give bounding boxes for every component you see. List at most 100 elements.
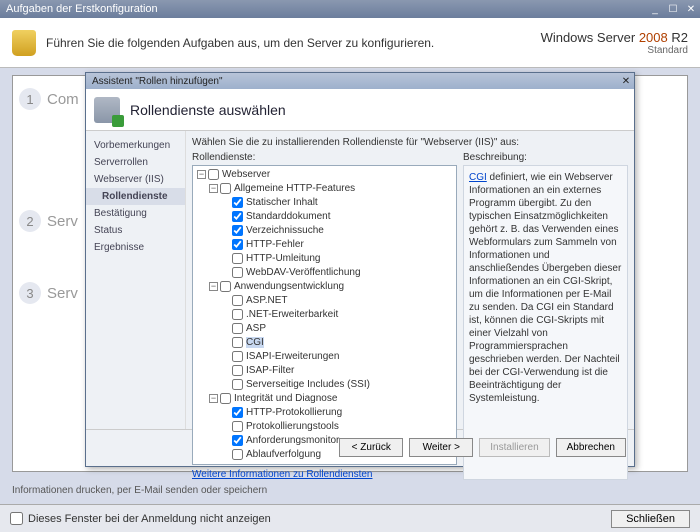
tree-node[interactable]: ISAP-Filter [195, 364, 454, 378]
tree-node[interactable]: Standarddokument [195, 210, 454, 224]
back-button[interactable]: < Zurück [339, 438, 403, 457]
role-service-checkbox[interactable] [232, 337, 243, 348]
role-service-checkbox[interactable] [232, 351, 243, 362]
maximize-icon[interactable]: ☐ [664, 0, 682, 18]
role-service-checkbox[interactable] [232, 421, 243, 432]
role-service-checkbox[interactable] [232, 309, 243, 320]
brand-edition: Standard [541, 45, 688, 56]
nav-progress[interactable]: Status [86, 222, 185, 239]
role-service-checkbox[interactable] [232, 197, 243, 208]
role-service-checkbox[interactable] [220, 393, 231, 404]
tree-node-label: ISAP-Filter [246, 365, 294, 376]
expand-collapse-icon[interactable]: − [209, 184, 218, 193]
next-button[interactable]: Weiter > [409, 438, 473, 457]
wizard-header-title: Rollendienste auswählen [130, 102, 286, 118]
nav-webserver-iis[interactable]: Webserver (IIS) [86, 171, 185, 188]
outer-banner: Führen Sie die folgenden Aufgaben aus, u… [0, 18, 700, 68]
role-service-checkbox[interactable] [208, 169, 219, 180]
tree-node[interactable]: − Anwendungsentwicklung [195, 280, 454, 294]
tree-node[interactable]: WebDAV-Veröffentlichung [195, 266, 454, 280]
tree-node-label: WebDAV-Veröffentlichung [246, 267, 361, 278]
role-service-checkbox[interactable] [220, 281, 231, 292]
tree-node[interactable]: ASP.NET [195, 294, 454, 308]
task1-label: Com [47, 91, 79, 108]
expand-collapse-icon[interactable]: − [209, 282, 218, 291]
nav-server-roles[interactable]: Serverrollen [86, 154, 185, 171]
tree-node-label: ASP.NET [246, 295, 288, 306]
tree-node-label: Verzeichnissuche [246, 225, 324, 236]
role-services-tree[interactable]: −Webserver−Allgemeine HTTP-FeaturesStati… [192, 165, 457, 465]
dont-show-label: Dieses Fenster bei der Anmeldung nicht a… [28, 513, 271, 525]
desc-body: definiert, wie ein Webserver Information… [469, 172, 621, 404]
role-service-checkbox[interactable] [232, 435, 243, 446]
tree-node-label: HTTP-Protokollierung [246, 407, 342, 418]
tree-node-label: CGI [246, 337, 264, 348]
wizard-close-icon[interactable]: ✕ [618, 76, 634, 87]
role-service-checkbox[interactable] [232, 323, 243, 334]
tree-node[interactable]: .NET-Erweiterbarkeit [195, 308, 454, 322]
role-service-checkbox[interactable] [232, 449, 243, 460]
tree-node[interactable]: − Integrität und Diagnose [195, 392, 454, 406]
role-service-checkbox[interactable] [232, 253, 243, 264]
tree-node[interactable]: HTTP-Fehler [195, 238, 454, 252]
expand-collapse-icon[interactable]: − [197, 170, 206, 179]
tree-node-label: .NET-Erweiterbarkeit [246, 309, 338, 320]
brand-year: 2008 [639, 30, 668, 45]
dont-show-checkbox[interactable] [10, 512, 23, 525]
add-roles-wizard: Assistent "Rollen hinzufügen" ✕ Rollendi… [85, 72, 635, 467]
tree-node-label: Integrität und Diagnose [234, 393, 337, 404]
install-button: Installieren [479, 438, 549, 457]
wizard-instruction: Wählen Sie die zu installierenden Rollen… [192, 137, 628, 148]
role-service-checkbox[interactable] [232, 225, 243, 236]
tree-node[interactable]: HTTP-Umleitung [195, 252, 454, 266]
tree-node[interactable]: −Allgemeine HTTP-Features [195, 182, 454, 196]
close-icon[interactable]: ✕ [682, 0, 700, 18]
step-1-icon: 1 [19, 88, 41, 110]
outer-bottom-bar: Dieses Fenster bei der Anmeldung nicht a… [0, 504, 700, 532]
tree-node[interactable]: Statischer Inhalt [195, 196, 454, 210]
tree-node[interactable]: −Webserver [195, 168, 454, 182]
tree-node[interactable]: HTTP-Protokollierung [195, 406, 454, 420]
role-service-checkbox[interactable] [232, 407, 243, 418]
brand-block: Windows Server 2008 R2 Standard [541, 30, 688, 56]
nav-results[interactable]: Ergebnisse [86, 239, 185, 256]
tree-node-label: Protokollierungstools [246, 421, 339, 432]
wizard-titlebar: Assistent "Rollen hinzufügen" ✕ [86, 73, 634, 89]
tree-node[interactable]: ASP [195, 322, 454, 336]
role-service-checkbox[interactable] [232, 295, 243, 306]
tree-node[interactable]: CGI [195, 336, 454, 350]
tree-node-label: Standarddokument [246, 211, 331, 222]
desc-keyword-link[interactable]: CGI [469, 172, 487, 183]
tree-node[interactable]: Verzeichnissuche [195, 224, 454, 238]
tree-node-label: HTTP-Fehler [246, 239, 304, 250]
tree-node-label: Anwendungsentwicklung [234, 281, 344, 292]
brand-rev: R2 [671, 30, 688, 45]
role-service-checkbox[interactable] [232, 379, 243, 390]
tree-node-label: Ablaufverfolgung [246, 449, 321, 460]
role-service-checkbox[interactable] [232, 365, 243, 376]
step-3-icon: 3 [19, 282, 41, 304]
tree-node[interactable]: Protokollierungstools [195, 420, 454, 434]
nav-role-services[interactable]: Rollendienste [86, 188, 185, 205]
tree-node-label: HTTP-Umleitung [246, 253, 320, 264]
shield-icon [12, 30, 36, 56]
close-button[interactable]: Schließen [611, 510, 690, 528]
desc-label: Beschreibung: [463, 152, 628, 163]
role-service-checkbox[interactable] [232, 239, 243, 250]
expand-collapse-icon[interactable]: − [209, 394, 218, 403]
banner-text: Führen Sie die folgenden Aufgaben aus, u… [46, 36, 434, 50]
more-info-link[interactable]: Weitere Informationen zu Rollendiensten [192, 469, 457, 480]
minimize-icon[interactable]: _ [646, 0, 664, 18]
tree-node[interactable]: Serverseitige Includes (SSI) [195, 378, 454, 392]
nav-before-you-begin[interactable]: Vorbemerkungen [86, 137, 185, 154]
role-service-checkbox[interactable] [232, 211, 243, 222]
cancel-button[interactable]: Abbrechen [556, 438, 626, 457]
nav-confirmation[interactable]: Bestätigung [86, 205, 185, 222]
tree-node[interactable]: ISAPI-Erweiterungen [195, 350, 454, 364]
print-email-save-link[interactable]: Informationen drucken, per E-Mail senden… [12, 485, 267, 496]
task2-label: Serv [47, 213, 78, 230]
outer-titlebar: Aufgaben der Erstkonfiguration _ ☐ ✕ [0, 0, 700, 18]
role-service-checkbox[interactable] [232, 267, 243, 278]
role-service-checkbox[interactable] [220, 183, 231, 194]
outer-title: Aufgaben der Erstkonfiguration [6, 3, 158, 15]
